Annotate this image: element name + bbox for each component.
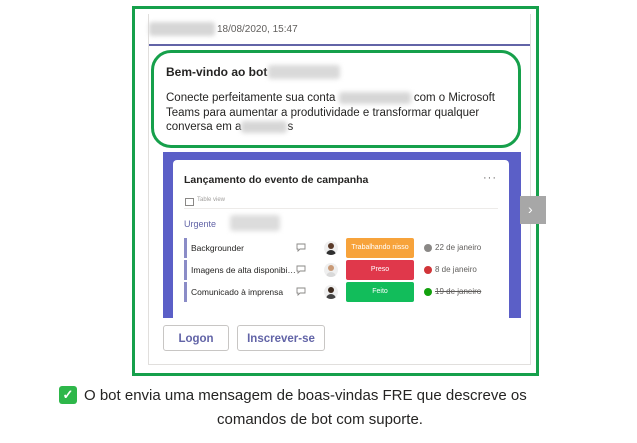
- message-timestamp: 18/08/2020, 15:47: [217, 24, 298, 35]
- card-body: Lançamento do evento de campanha ··· Tab…: [173, 160, 509, 318]
- more-options-icon[interactable]: ···: [483, 172, 497, 184]
- bot-message: 18/08/2020, 15:47 Bem-vindo ao bot Conec…: [148, 14, 546, 365]
- row-accent-bar: [184, 282, 187, 302]
- message-header: 18/08/2020, 15:47: [149, 14, 530, 44]
- row-accent-bar: [184, 238, 187, 258]
- task-row[interactable]: Imagens de alta disponibilidade Preso 8 …: [184, 260, 498, 280]
- welcome-body-part1: Conecte perfeitamente sua conta: [166, 92, 336, 104]
- task-name: Imagens de alta disponibilidade: [191, 265, 297, 275]
- avatar: [324, 285, 338, 299]
- status-badge[interactable]: Trabalhando nisso: [346, 238, 414, 258]
- sender-name-redacted: [149, 22, 215, 36]
- date-status-icon: [424, 266, 432, 274]
- service-name-redacted: [338, 91, 411, 104]
- chevron-right-icon: ›: [528, 201, 533, 217]
- due-date: 19 de janeiro: [435, 287, 482, 296]
- welcome-title: Bem-vindo ao bot: [166, 65, 268, 79]
- comment-icon[interactable]: [296, 287, 306, 296]
- row-accent-bar: [184, 260, 187, 280]
- card-divider: [184, 208, 498, 209]
- highlight-frame: 18/08/2020, 15:47 Bem-vindo ao bot Conec…: [132, 6, 546, 376]
- carousel-next-button[interactable]: ›: [520, 196, 546, 224]
- status-badge[interactable]: Feito: [346, 282, 414, 302]
- task-row[interactable]: Backgrounder Trabalhando nisso 22 de jan…: [184, 238, 498, 258]
- welcome-body-part3: s: [287, 121, 294, 133]
- message-accent-rule: [149, 44, 530, 46]
- checkmark-circle-icon: [424, 288, 432, 296]
- task-name: Backgrounder: [191, 243, 244, 253]
- word-redacted: [241, 120, 288, 133]
- comment-icon[interactable]: [296, 243, 306, 252]
- due-date: 8 de janeiro: [435, 265, 477, 274]
- status-badge[interactable]: Preso: [346, 260, 414, 280]
- card-title: Lançamento do evento de campanha: [184, 174, 369, 186]
- welcome-highlight: Bem-vindo ao bot Conecte perfeitamente s…: [151, 50, 521, 148]
- welcome-body: Conecte perfeitamente sua conta com o Mi…: [166, 91, 512, 135]
- caption-line-1: O bot envia uma mensagem de boas-vindas …: [84, 387, 527, 404]
- task-name: Comunicado à imprensa: [191, 287, 284, 297]
- group-detail-redacted: [230, 215, 280, 231]
- logon-button[interactable]: Logon: [163, 325, 229, 351]
- caption-line-2: comandos de bot com suporte.: [217, 411, 423, 428]
- avatar: [324, 241, 338, 255]
- table-icon: [185, 198, 194, 206]
- checkmark-icon: ✓: [59, 386, 77, 404]
- task-row[interactable]: Comunicado à imprensa Feito 19 de janeir…: [184, 282, 498, 302]
- due-date: 22 de janeiro: [435, 243, 482, 252]
- avatar: [324, 263, 338, 277]
- subscribe-button[interactable]: Inscrever-se: [237, 325, 325, 351]
- adaptive-card: Lançamento do evento de campanha ··· Tab…: [163, 152, 521, 318]
- date-status-icon: [424, 244, 432, 252]
- group-label: Urgente: [184, 219, 217, 229]
- bot-name-redacted: [268, 65, 340, 79]
- table-view-label: Table view: [197, 197, 226, 203]
- comment-icon[interactable]: [296, 265, 306, 274]
